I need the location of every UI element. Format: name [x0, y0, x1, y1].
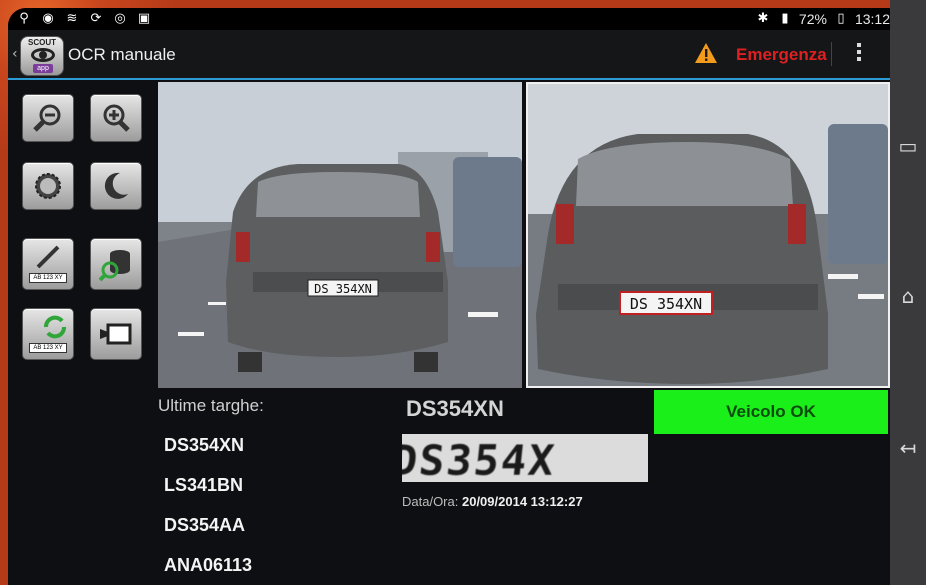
plate-crop-image: DS354X — [402, 434, 648, 482]
edit-plate-button[interactable]: AB 123 XY — [22, 238, 74, 290]
zoom-in-icon — [103, 104, 130, 132]
database-search-icon — [98, 250, 130, 282]
device-screen: ⚲ ◉ ≋ ⟳ ◎ ▣ ✱ ▮ 72% ▯ 13:12 ‹ SCOUT app … — [8, 8, 898, 585]
recognized-plate: DS354XN — [406, 396, 504, 421]
sun-icon — [35, 173, 61, 199]
datetime-label: Data/Ora: — [402, 494, 459, 509]
back-icon[interactable]: ↤ — [894, 434, 922, 462]
left-plate-text: DS 354XN — [314, 282, 372, 296]
zoom-in-button[interactable] — [90, 94, 142, 142]
capture-datetime: Data/Ora: 20/09/2014 13:12:27 — [402, 494, 583, 509]
tool-plate-label-2: AB 123 XY — [29, 343, 67, 353]
notification-icons: ⚲ ◉ ≋ ⟳ ◎ ▣ — [16, 11, 152, 27]
navigation-bar: ▭ ⌂ ↤ — [890, 0, 926, 585]
camera-image-left: DS 354XN — [158, 82, 522, 388]
right-plate-text: DS 354XN — [630, 295, 702, 313]
logo-top-text: SCOUT — [28, 38, 56, 47]
emergency-button[interactable]: Emergenza — [736, 45, 827, 65]
zoom-out-icon — [33, 104, 61, 132]
up-caret-icon[interactable]: ‹ — [12, 46, 18, 62]
screen-title: OCR manuale — [68, 45, 176, 64]
tool-plate-label: AB 123 XY — [29, 273, 67, 283]
vehicle-status-badge: Veicolo OK — [654, 390, 888, 434]
action-divider — [831, 42, 832, 66]
plate-crop-text: DS354X — [402, 436, 559, 482]
location-icon: ◉ — [42, 11, 54, 26]
list-item[interactable]: LS341BN — [164, 474, 252, 514]
datetime-value: 20/09/2014 13:12:27 — [461, 494, 583, 509]
camera-icon: ▣ — [137, 11, 151, 26]
refresh-plate-icon — [44, 315, 66, 339]
home-icon[interactable]: ⌂ — [894, 282, 922, 310]
app-logo[interactable]: SCOUT app — [20, 36, 64, 76]
overflow-menu-icon[interactable] — [854, 40, 864, 70]
system-status: ✱ ▮ 72% ▯ 13:12 — [755, 11, 890, 27]
pencil-plate-icon — [36, 245, 60, 269]
refresh-plate-button[interactable]: AB 123 XY — [22, 308, 74, 360]
usb-icon: ⚲ — [19, 11, 29, 26]
battery-icon: ▯ — [837, 11, 845, 26]
database-search-button[interactable] — [90, 238, 142, 290]
action-bar: ‹ SCOUT app OCR manuale Emergenza — [8, 30, 898, 80]
night-mode-button[interactable] — [90, 162, 142, 210]
bluetooth-icon: ✱ — [757, 11, 769, 26]
camera-view-right[interactable]: DS 354XN — [526, 82, 890, 388]
status-bar: ⚲ ◉ ≋ ⟳ ◎ ▣ ✱ ▮ 72% ▯ 13:12 — [8, 8, 898, 30]
list-item[interactable]: DS354XN — [164, 434, 252, 474]
clock: 13:12 — [854, 11, 890, 27]
recent-apps-icon[interactable]: ▭ — [894, 132, 922, 160]
logo-pupil — [39, 51, 47, 59]
sync-icon: ⟳ — [90, 11, 102, 26]
signal-icon: ▮ — [781, 11, 789, 26]
battery-percent: 72% — [798, 11, 827, 27]
list-item[interactable]: ANA06113 — [164, 554, 252, 585]
last-plates-list: DS354XN LS341BN DS354AA ANA06113 — [164, 434, 252, 585]
zoom-out-button[interactable] — [22, 94, 74, 142]
eye-icon: ◎ — [114, 11, 126, 26]
camera-view-left[interactable]: DS 354XN — [158, 82, 522, 388]
video-button[interactable] — [90, 308, 142, 360]
wifi-icon: ≋ — [66, 11, 78, 26]
camera-image-right: DS 354XN — [528, 84, 888, 386]
warning-icon[interactable] — [694, 42, 718, 64]
video-camera-icon — [100, 323, 132, 345]
moon-icon — [104, 172, 128, 199]
list-item[interactable]: DS354AA — [164, 514, 252, 554]
last-plates-label: Ultime targhe: — [158, 396, 264, 415]
logo-app-text: app — [33, 64, 53, 73]
brightness-button[interactable] — [22, 162, 74, 210]
